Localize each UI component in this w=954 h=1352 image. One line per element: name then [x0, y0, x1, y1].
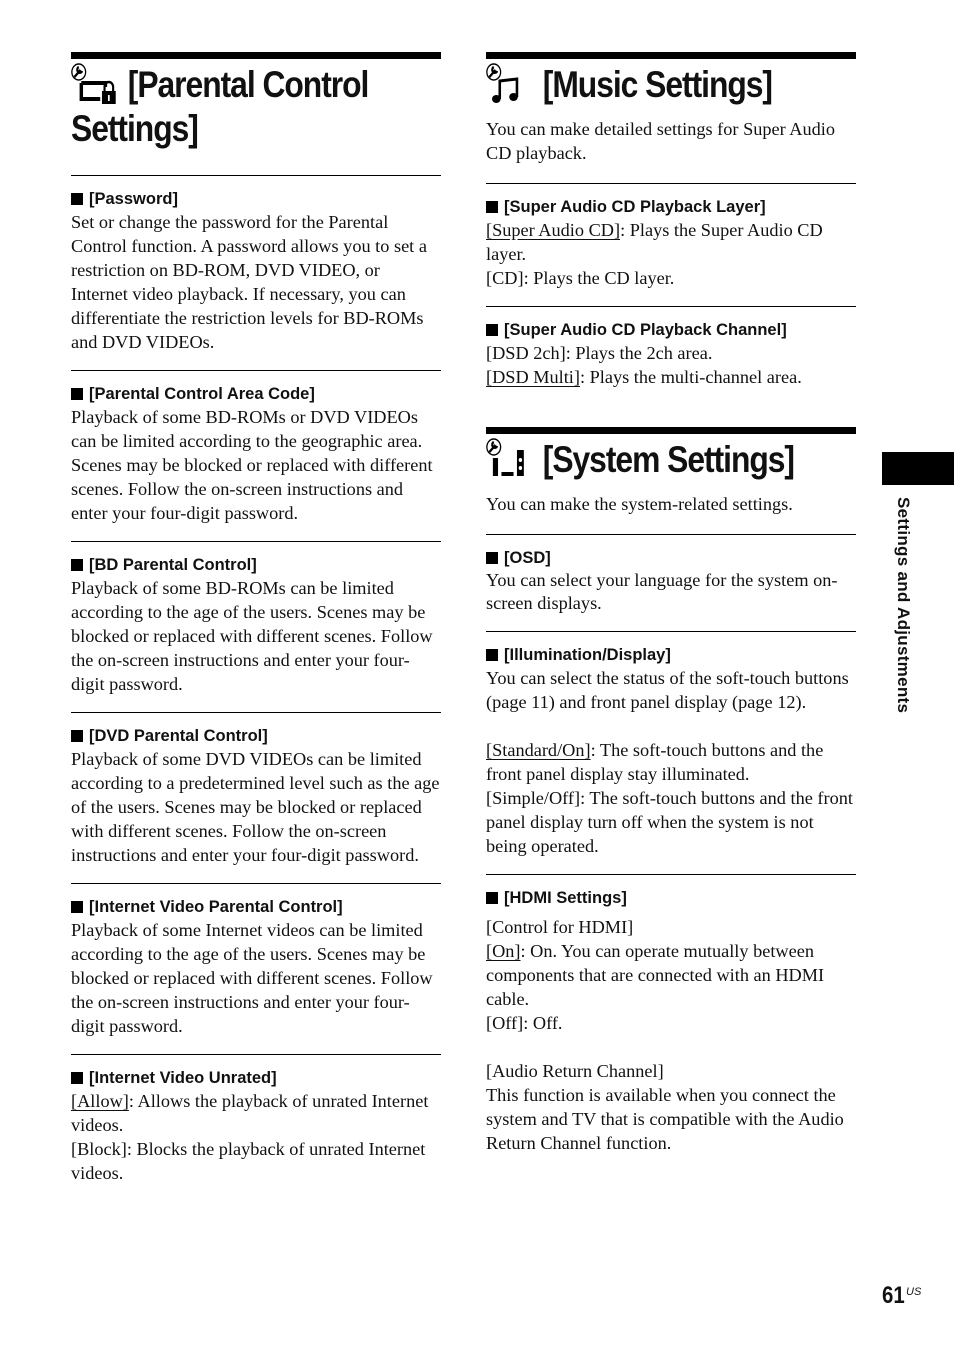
parental-title-2: Settings] [71, 107, 389, 151]
parental-title-line2: Settings] [71, 108, 199, 149]
setting-heading: [Internet Video Unrated] [71, 1067, 441, 1089]
setting-description: Playback of some BD-ROMs can be limited … [71, 578, 433, 694]
page-region: US [906, 1286, 922, 1298]
option-label-default: [On] [486, 941, 521, 961]
system-title-text: [System Settings] [542, 439, 795, 480]
hdmi-item: [HDMI Settings] [Control for HDMI] [On]:… [486, 874, 856, 1155]
setting-option: [Super Audio CD]: Plays the Super Audio … [486, 220, 823, 264]
system-title: [System Settings] [486, 438, 804, 482]
parental-title-line1: [Parental Control [127, 64, 370, 105]
wrench-system-icon [486, 438, 524, 476]
option-label: [Simple/Off] [486, 788, 581, 808]
bullet-icon [71, 559, 83, 571]
wrench-lock-icon [71, 63, 116, 104]
hdmi-arc-text: This function is available when you conn… [486, 1085, 844, 1153]
setting-heading: [Super Audio CD Playback Layer] [486, 196, 856, 218]
bullet-icon [71, 193, 83, 205]
setting-description: Playback of some DVD VIDEOs can be limit… [71, 749, 440, 865]
setting-heading: [Super Audio CD Playback Channel] [486, 319, 856, 341]
setting-item: [Super Audio CD Playback Layer] [Super Au… [486, 183, 856, 306]
system-intro: You can make the system-related settings… [486, 494, 793, 514]
music-settings-section: [Music Settings] You can make detailed s… [486, 52, 856, 1155]
option-label-default: [Standard/On] [486, 740, 591, 760]
music-intro: You can make detailed settings for Super… [486, 119, 835, 163]
hdmi-option: [On]: On. You can operate mutually betwe… [486, 941, 825, 1009]
option-label-default: [DSD Multi] [486, 367, 580, 387]
section-rule [71, 52, 441, 59]
illumination-option: [Standard/On]: The soft-touch buttons an… [486, 740, 824, 784]
setting-option: [DSD Multi]: Plays the multi-channel are… [486, 367, 802, 387]
bullet-icon [486, 201, 498, 213]
setting-description: Playback of some Internet videos can be … [71, 920, 433, 1036]
setting-option: [Allow]: Allows the playback of unrated … [71, 1091, 429, 1135]
osd-item: [OSD] You can select your language for t… [486, 534, 856, 631]
bullet-icon [71, 730, 83, 742]
option-label-default: [Allow] [71, 1091, 129, 1111]
parental-control-section: [Parental Control Settings] [Password] Se… [71, 52, 441, 1201]
music-title-text: [Music Settings] [542, 64, 773, 105]
setting-item: [Internet Video Unrated] [Allow]: Allows … [71, 1054, 441, 1201]
option-label: [CD] [486, 268, 524, 288]
option-label: [Block] [71, 1139, 127, 1159]
illumination-text: You can select the status of the soft-to… [486, 668, 849, 712]
osd-heading: [OSD] [486, 547, 856, 569]
setting-heading: [Parental Control Area Code] [71, 383, 441, 405]
hdmi-heading: [HDMI Settings] [486, 887, 856, 909]
hdmi-option: [Off]: Off. [486, 1013, 563, 1033]
hdmi-arc-label: [Audio Return Channel] [486, 1061, 664, 1081]
hdmi-control-label: [Control for HDMI] [486, 917, 634, 937]
illumination-heading: [Illumination/Display] [486, 644, 856, 666]
illumination-option: [Simple/Off]: The soft-touch buttons and… [486, 788, 853, 856]
setting-heading: [Internet Video Parental Control] [71, 896, 441, 918]
setting-option: [CD]: Plays the CD layer. [486, 268, 675, 288]
setting-heading: [DVD Parental Control] [71, 725, 441, 747]
bullet-icon [486, 324, 498, 336]
setting-item: [Super Audio CD Playback Channel] [DSD 2c… [486, 306, 856, 389]
option-label: [Off] [486, 1013, 524, 1033]
setting-item: [BD Parental Control] Playback of some BD… [71, 541, 441, 712]
bullet-icon [71, 901, 83, 913]
page-number: 61 [882, 1282, 905, 1309]
osd-text: You can select your language for the sys… [486, 570, 838, 613]
wrench-music-icon [486, 63, 519, 103]
setting-heading: [BD Parental Control] [71, 554, 441, 576]
bullet-icon [71, 388, 83, 400]
section-rule [486, 427, 856, 434]
chapter-tab-label: Settings and Adjustments [894, 497, 913, 714]
setting-item: [Internet Video Parental Control] Playbac… [71, 883, 441, 1054]
option-label-default: [Super Audio CD] [486, 220, 621, 240]
setting-item: [DVD Parental Control] Playback of some D… [71, 712, 441, 883]
setting-description: Playback of some BD-ROMs or DVD VIDEOs c… [71, 407, 433, 523]
option-label: [DSD 2ch] [486, 343, 566, 363]
music-title: [Music Settings] [486, 63, 804, 107]
section-rule [486, 52, 856, 59]
setting-item: [Password] Set or change the password for… [71, 175, 441, 370]
setting-item: [Parental Control Area Code] Playback of … [71, 370, 441, 541]
setting-description: Set or change the password for the Paren… [71, 212, 427, 352]
setting-heading: [Password] [71, 188, 441, 210]
chapter-tab-marker [882, 452, 954, 485]
bullet-icon [486, 649, 498, 661]
bullet-icon [486, 892, 498, 904]
setting-option: [DSD 2ch]: Plays the 2ch area. [486, 343, 713, 363]
bullet-icon [71, 1072, 83, 1084]
parental-title: [Parental Control [71, 63, 389, 107]
bullet-icon [486, 552, 498, 564]
setting-option: [Block]: Blocks the playback of unrated … [71, 1139, 426, 1183]
illumination-item: [Illumination/Display] You can select th… [486, 631, 856, 874]
system-settings-section: [System Settings] You can make the syste… [486, 427, 856, 1155]
